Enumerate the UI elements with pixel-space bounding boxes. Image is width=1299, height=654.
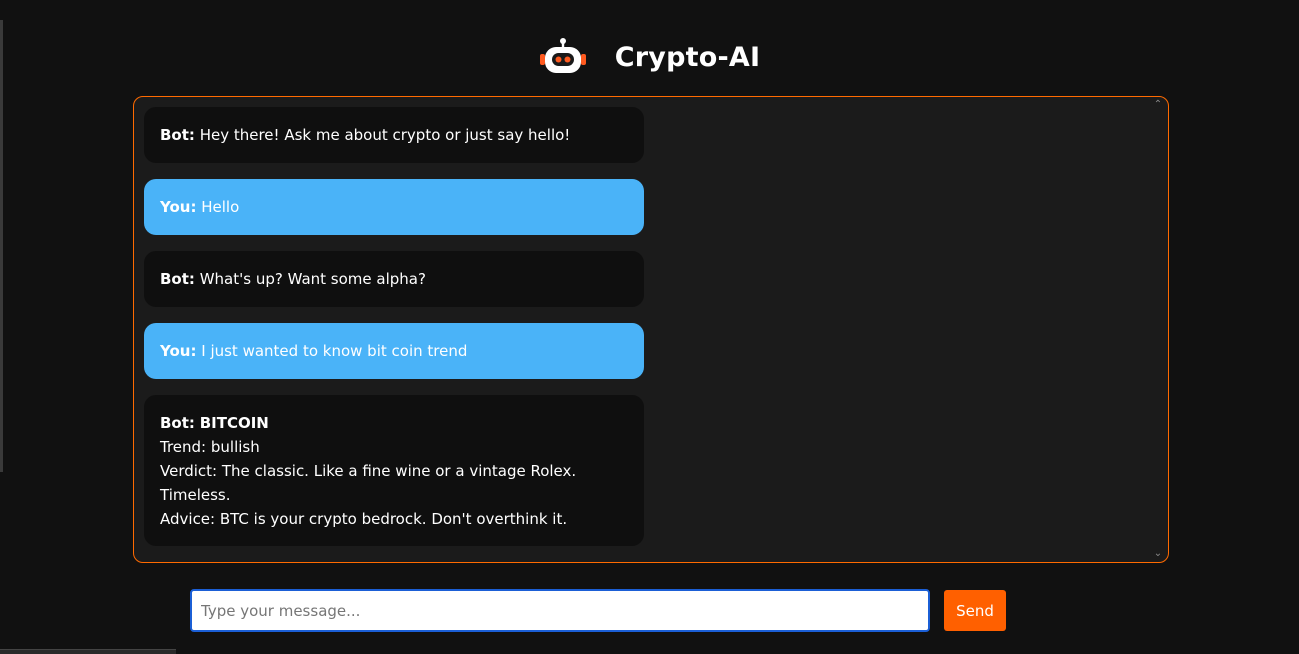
bot-message: Bot: BITCOIN Trend: bullish Verdict: The… — [144, 395, 644, 546]
message-sender: You: — [160, 198, 197, 216]
message-text: Hello — [201, 198, 240, 216]
bottom-left-bar — [0, 649, 176, 654]
message-sender: Bot: — [160, 270, 195, 288]
message-input[interactable] — [190, 589, 930, 632]
message-sender: Bot: — [160, 414, 195, 432]
message-text: What's up? Want some alpha? — [199, 270, 426, 288]
trend-line: Trend: bullish — [160, 438, 260, 456]
coin-title: BITCOIN — [199, 414, 269, 432]
scroll-down-arrow-icon[interactable]: ⌄ — [1152, 548, 1164, 560]
user-message: You: I just wanted to know bit coin tren… — [144, 323, 644, 379]
message-sender: Bot: — [160, 126, 195, 144]
verdict-line: Verdict: The classic. Like a fine wine o… — [160, 462, 577, 504]
app-title: Crypto-AI — [614, 41, 761, 73]
chat-window[interactable]: ⌃ ⌄ Bot: Hey there! Ask me about crypto … — [133, 96, 1169, 563]
composer: Send — [190, 589, 1010, 633]
message-text: Hey there! Ask me about crypto or just s… — [199, 126, 571, 144]
user-message: You: Hello — [144, 179, 644, 235]
app-header: Crypto-AI — [0, 32, 1299, 82]
bot-message: Bot: What's up? Want some alpha? — [144, 251, 644, 307]
left-edge-scrollbar[interactable] — [0, 20, 3, 472]
advice-line: Advice: BTC is your crypto bedrock. Don'… — [160, 510, 568, 528]
scroll-up-arrow-icon[interactable]: ⌃ — [1152, 99, 1164, 111]
robot-icon — [539, 38, 586, 73]
message-sender: You: — [160, 342, 197, 360]
chat-page: Crypto-AI ⌃ ⌄ Bot: Hey there! Ask me abo… — [0, 0, 1299, 654]
message-text: I just wanted to know bit coin trend — [201, 342, 468, 360]
send-button[interactable]: Send — [944, 590, 1006, 631]
bot-message: Bot: Hey there! Ask me about crypto or j… — [144, 107, 644, 163]
